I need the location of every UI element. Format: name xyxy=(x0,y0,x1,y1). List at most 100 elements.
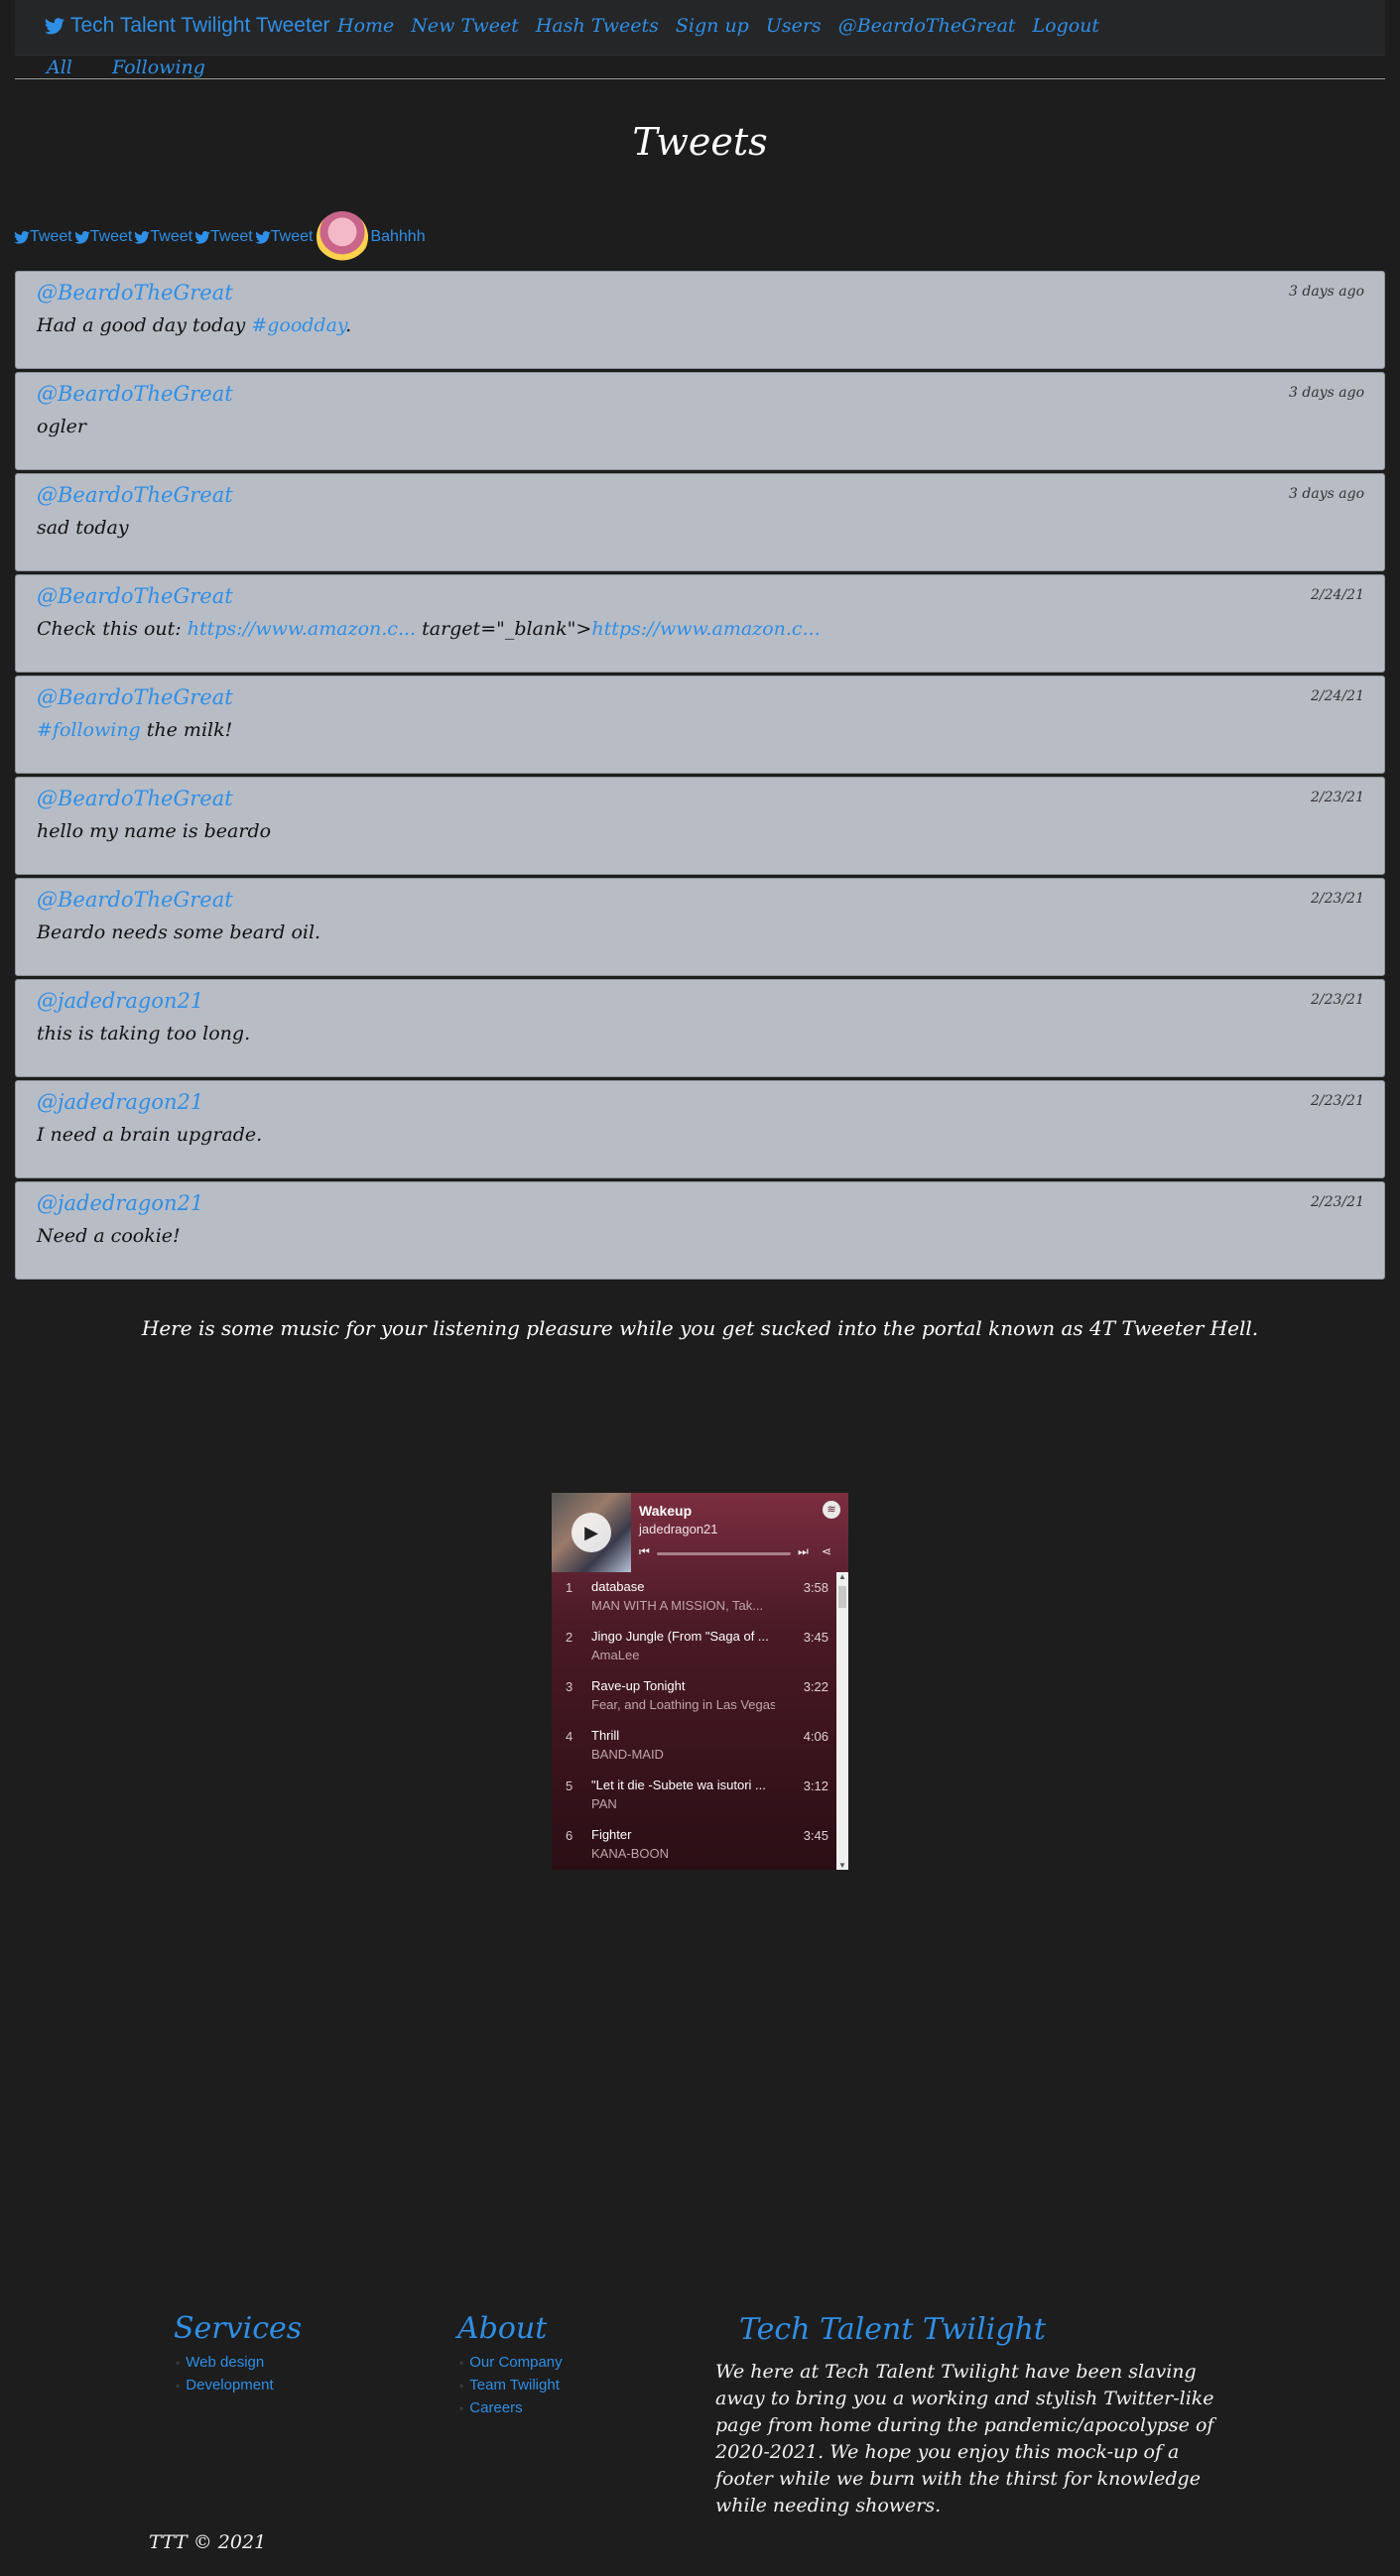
track-number: 1 xyxy=(566,1580,573,1595)
nav-new-tweet[interactable]: New Tweet xyxy=(411,15,519,37)
scroll-down-icon[interactable]: ▼ xyxy=(836,1861,848,1870)
tweet-body: Need a cookie! xyxy=(37,1225,181,1247)
footer-about-title: About xyxy=(457,2311,548,2346)
track-row[interactable]: 3 Rave-up Tonight Fear, and Loathing in … xyxy=(552,1671,836,1721)
tweet-username[interactable]: @BeardoTheGreat xyxy=(37,888,233,912)
tweet-timestamp: 2/24/21 xyxy=(1311,587,1364,603)
tab-following[interactable]: Following xyxy=(112,57,205,78)
tweet-timestamp: 2/24/21 xyxy=(1311,688,1364,704)
tweet-username[interactable]: @BeardoTheGreat xyxy=(37,281,233,305)
track-name: database xyxy=(591,1579,645,1594)
footer-link-development[interactable]: Development xyxy=(186,2377,302,2393)
track-duration: 3:45 xyxy=(803,1828,828,1843)
tweet-button[interactable]: Tweet xyxy=(134,228,192,246)
footer-link-careers[interactable]: Careers xyxy=(469,2399,563,2416)
tweet-button[interactable]: Tweet xyxy=(194,228,253,246)
spotify-icon[interactable]: ≋ xyxy=(823,1501,840,1519)
tweet-timestamp: 2/23/21 xyxy=(1311,1194,1364,1210)
brand-link[interactable]: Tech Talent Twilight Tweeter xyxy=(45,14,330,38)
hashtag-link[interactable]: #goodday xyxy=(251,314,345,336)
playlist-scrollbar[interactable]: ▲ ▼ xyxy=(836,1572,848,1870)
nav-sign-up[interactable]: Sign up xyxy=(676,15,749,37)
tweet-username[interactable]: @BeardoTheGreat xyxy=(37,584,233,608)
tweet-text: . xyxy=(345,314,352,336)
user-link[interactable]: Bahhhh xyxy=(370,228,425,246)
nav-profile[interactable]: @BeardoTheGreat xyxy=(838,15,1016,37)
tweet-body: Check this out: https://www.amazon.c... … xyxy=(37,618,821,640)
footer-link-team-twilight[interactable]: Team Twilight xyxy=(469,2377,563,2393)
twitter-bird-icon xyxy=(194,230,210,244)
footer-services: Services Web design Development xyxy=(174,2311,302,2399)
url-link[interactable]: https://www.amazon.c... xyxy=(188,618,416,640)
track-row[interactable]: 4 Thrill BAND-MAID 4:06 xyxy=(552,1721,836,1771)
page-title: Tweets xyxy=(632,120,768,164)
tweet-button-label: Tweet xyxy=(150,228,193,245)
track-duration: 3:45 xyxy=(803,1630,828,1645)
track-list: 1 database MAN WITH A MISSION, Tak... 3:… xyxy=(552,1572,836,1870)
skip-back-icon[interactable]: ⏮ xyxy=(639,1544,650,1559)
track-name: Fighter xyxy=(591,1827,632,1842)
tweet-timestamp: 2/23/21 xyxy=(1311,891,1364,907)
footer-link-our-company[interactable]: Our Company xyxy=(469,2354,562,2371)
twitter-bird-icon xyxy=(45,17,64,34)
tweet-button[interactable]: Tweet xyxy=(73,228,132,246)
nav-hash-tweets[interactable]: Hash Tweets xyxy=(536,15,659,37)
tweet-button-label: Tweet xyxy=(270,228,314,245)
tweet-text: the milk! xyxy=(140,719,233,741)
tweet-username[interactable]: @BeardoTheGreat xyxy=(37,787,233,810)
tweet-body: hello my name is beardo xyxy=(37,820,271,842)
tweet-text: this is taking too long. xyxy=(37,1023,251,1044)
avatar[interactable] xyxy=(317,211,369,263)
tweet-button[interactable]: Tweet xyxy=(254,228,314,246)
tweet-text: Need a cookie! xyxy=(37,1225,181,1247)
track-row[interactable]: 6 Fighter KANA-BOON 3:45 xyxy=(552,1820,836,1870)
track-row[interactable]: 2 Jingo Jungle (From "Saga of ... AmaLee… xyxy=(552,1622,836,1671)
tweet-body: ogler xyxy=(37,416,86,437)
nav-users[interactable]: Users xyxy=(766,15,822,37)
tweet-username[interactable]: @BeardoTheGreat xyxy=(37,483,233,507)
tweet-text: Beardo needs some beard oil. xyxy=(37,921,321,943)
tweet-username[interactable]: @jadedragon21 xyxy=(37,989,203,1013)
tweet-body: #following the milk! xyxy=(37,719,232,741)
track-artist: AmaLee xyxy=(591,1648,640,1662)
tweet-body: Had a good day today #goodday. xyxy=(37,314,351,336)
track-duration: 3:12 xyxy=(803,1779,828,1793)
skip-forward-icon[interactable]: ⏭ xyxy=(798,1544,809,1559)
tweet-body: Beardo needs some beard oil. xyxy=(37,921,320,943)
track-name: "Let it die -Subete wa isutori ... xyxy=(591,1778,766,1792)
nav-logout[interactable]: Logout xyxy=(1033,15,1100,37)
nav-links: Home New Tweet Hash Tweets Sign up Users… xyxy=(337,15,1099,37)
footer-link-web-design[interactable]: Web design xyxy=(186,2354,302,2371)
tweet-username[interactable]: @BeardoTheGreat xyxy=(37,685,233,709)
url-link[interactable]: https://www.amazon.c... xyxy=(591,618,820,640)
tweet-username[interactable]: @jadedragon21 xyxy=(37,1090,203,1114)
playlist-title[interactable]: Wakeup xyxy=(639,1503,692,1519)
share-icon[interactable]: ⋖ xyxy=(822,1544,831,1558)
music-note: Here is some music for your listening pl… xyxy=(141,1316,1259,1340)
playlist-owner[interactable]: jadedragon21 xyxy=(639,1522,718,1536)
scroll-up-icon[interactable]: ▲ xyxy=(836,1572,848,1581)
track-artist: PAN xyxy=(591,1796,617,1811)
track-artist: MAN WITH A MISSION, Tak... xyxy=(591,1598,764,1613)
track-number: 4 xyxy=(566,1729,573,1744)
navbar: Tech Talent Twilight Tweeter Home New Tw… xyxy=(15,0,1385,56)
nav-home[interactable]: Home xyxy=(337,15,394,37)
tweet-text: I need a brain upgrade. xyxy=(37,1124,263,1146)
tweet-username[interactable]: @BeardoTheGreat xyxy=(37,382,233,406)
scrollbar-thumb[interactable] xyxy=(838,1586,846,1608)
footer-about: About Our Company Team Twilight Careers xyxy=(457,2311,563,2422)
track-duration: 3:58 xyxy=(803,1580,828,1595)
tweet-timestamp: 3 days ago xyxy=(1289,486,1364,502)
play-icon[interactable]: ▶ xyxy=(572,1513,611,1552)
twitter-bird-icon xyxy=(254,230,271,244)
track-name: Rave-up Tonight xyxy=(591,1678,686,1693)
tab-all[interactable]: All xyxy=(47,57,72,78)
tweet-button[interactable]: Tweet xyxy=(14,228,72,246)
track-row[interactable]: 1 database MAN WITH A MISSION, Tak... 3:… xyxy=(552,1572,836,1622)
track-artist: Fear, and Loathing in Las Vegas xyxy=(591,1697,775,1712)
progress-bar[interactable] xyxy=(657,1552,791,1555)
tweet-username[interactable]: @jadedragon21 xyxy=(37,1191,203,1215)
hashtag-link[interactable]: #following xyxy=(37,719,141,741)
tweet-body: sad today xyxy=(37,517,129,539)
track-row[interactable]: 5 "Let it die -Subete wa isutori ... PAN… xyxy=(552,1771,836,1820)
